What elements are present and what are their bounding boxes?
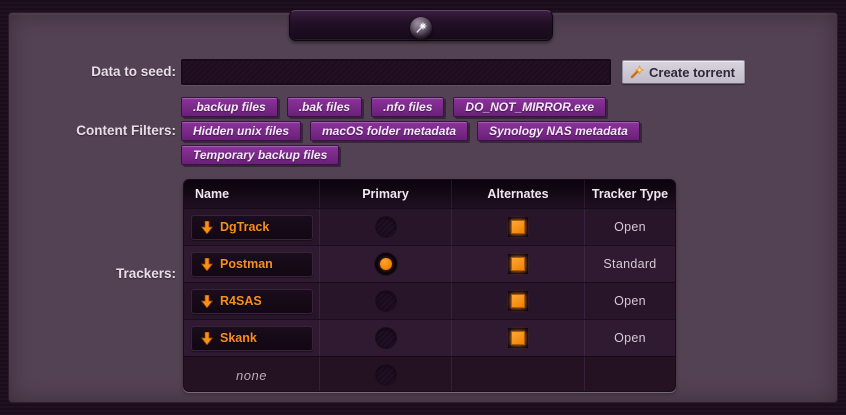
create-torrent-button[interactable]: Create torrent bbox=[622, 60, 745, 84]
tracker-name-label: Skank bbox=[220, 331, 257, 345]
tracker-row-r4sas: R4SAS Open bbox=[184, 282, 675, 319]
content-filter-chip-list: .backup files .bak files .nfo files DO_N… bbox=[181, 97, 721, 169]
wand-sparkle-icon bbox=[410, 17, 432, 39]
filter-chip-temporary-backup-files[interactable]: Temporary backup files bbox=[181, 145, 339, 165]
down-arrow-icon bbox=[201, 258, 213, 271]
primary-radio[interactable] bbox=[375, 364, 397, 386]
tracker-name-label: DgTrack bbox=[220, 220, 269, 234]
tracker-row-postman: Postman Standard bbox=[184, 245, 675, 282]
filter-chip-backup-files[interactable]: .backup files bbox=[181, 97, 278, 117]
tracker-name-button[interactable]: Skank bbox=[191, 326, 313, 351]
data-to-seed-input[interactable] bbox=[181, 59, 611, 85]
tracker-type-value: Open bbox=[614, 220, 646, 234]
filter-chip-macos-folder-metadata[interactable]: macOS folder metadata bbox=[310, 121, 468, 141]
column-header-primary: Primary bbox=[320, 180, 452, 208]
column-header-name: Name bbox=[184, 180, 320, 208]
collapse-panel-button[interactable] bbox=[289, 10, 553, 41]
tracker-type-value: Standard bbox=[603, 257, 656, 271]
primary-radio[interactable] bbox=[375, 290, 397, 312]
alternates-checkbox[interactable] bbox=[508, 328, 528, 348]
filter-chip-nfo-files[interactable]: .nfo files bbox=[371, 97, 444, 117]
down-arrow-icon bbox=[201, 332, 213, 345]
tracker-type-value: Open bbox=[614, 331, 646, 345]
trackers-label: Trackers: bbox=[9, 261, 176, 287]
window-background: Data to seed: Create torrent Content Fil… bbox=[0, 0, 846, 415]
tracker-row-dgtrack: DgTrack Open bbox=[184, 208, 675, 245]
column-header-alternates: Alternates bbox=[452, 180, 585, 208]
tracker-name-label: Postman bbox=[220, 257, 273, 271]
tracker-name-label: R4SAS bbox=[220, 294, 262, 308]
create-torrent-button-label: Create torrent bbox=[649, 65, 735, 80]
alternates-checkbox[interactable] bbox=[508, 254, 528, 274]
create-torrent-panel: Data to seed: Create torrent Content Fil… bbox=[8, 12, 838, 403]
primary-radio[interactable] bbox=[375, 216, 397, 238]
content-filters-label: Content Filters: bbox=[9, 118, 176, 144]
tracker-type-value: Open bbox=[614, 294, 646, 308]
tracker-row-none: none bbox=[184, 356, 675, 392]
tracker-none-label: none bbox=[236, 368, 267, 383]
tracker-name-button[interactable]: DgTrack bbox=[191, 215, 313, 240]
trackers-table-header: Name Primary Alternates Tracker Type bbox=[184, 180, 675, 208]
alternates-checkbox[interactable] bbox=[508, 291, 528, 311]
magic-wand-icon bbox=[629, 65, 644, 80]
data-to-seed-label: Data to seed: bbox=[9, 59, 176, 85]
down-arrow-icon bbox=[201, 295, 213, 308]
filter-chip-bak-files[interactable]: .bak files bbox=[287, 97, 362, 117]
trackers-table: Name Primary Alternates Tracker Type DgT… bbox=[183, 179, 676, 392]
down-arrow-icon bbox=[201, 221, 213, 234]
alternates-checkbox[interactable] bbox=[508, 217, 528, 237]
tracker-row-skank: Skank Open bbox=[184, 319, 675, 356]
column-header-tracker-type: Tracker Type bbox=[585, 180, 675, 208]
tracker-name-button[interactable]: Postman bbox=[191, 252, 313, 277]
filter-chip-do-not-mirror[interactable]: DO_NOT_MIRROR.exe bbox=[453, 97, 606, 117]
tracker-name-button[interactable]: R4SAS bbox=[191, 289, 313, 314]
primary-radio[interactable] bbox=[375, 327, 397, 349]
filter-chip-hidden-unix-files[interactable]: Hidden unix files bbox=[181, 121, 301, 141]
filter-chip-synology-nas-metadata[interactable]: Synology NAS metadata bbox=[477, 121, 640, 141]
primary-radio[interactable] bbox=[374, 252, 398, 276]
